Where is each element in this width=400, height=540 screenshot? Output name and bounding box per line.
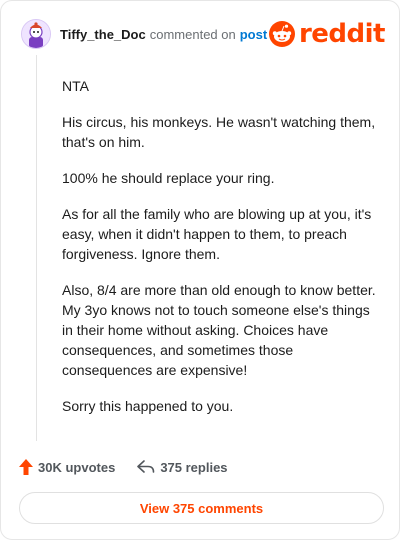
comment-paragraph: As for all the family who are blowing up… xyxy=(62,206,372,262)
comment-paragraph: Sorry this happened to you. xyxy=(62,398,234,414)
user-avatar[interactable] xyxy=(21,19,51,49)
upvote-count: 30K upvotes xyxy=(38,459,116,475)
comment-body: NTA His circus, his monkeys. He wasn't w… xyxy=(62,76,382,432)
thread-line xyxy=(36,55,37,441)
comment-meta: Tiffy_the_Doc commented on post xyxy=(60,27,267,42)
reddit-logo[interactable]: reddit xyxy=(268,19,386,49)
comment-action-text: commented on xyxy=(149,26,236,42)
view-comments-button[interactable]: View 375 comments xyxy=(19,492,384,524)
reply-arrow-icon xyxy=(137,460,155,473)
comment-paragraph: NTA xyxy=(62,78,89,94)
comment-header: Tiffy_the_Doc commented on post reddit xyxy=(21,15,386,53)
post-link[interactable]: post xyxy=(240,27,267,42)
reply-button[interactable]: 375 replies xyxy=(137,459,228,475)
reddit-wordmark: reddit xyxy=(298,19,386,49)
avatar-icon xyxy=(22,20,50,48)
comment-paragraph: Also, 8/4 are more than old enough to kn… xyxy=(62,282,376,378)
upvote-arrow-icon xyxy=(19,459,33,475)
comment-paragraph: 100% he should replace your ring. xyxy=(62,170,275,186)
username-link[interactable]: Tiffy_the_Doc xyxy=(60,27,146,42)
comment-actions: 30K upvotes 375 replies xyxy=(19,457,228,477)
comment-paragraph: His circus, his monkeys. He wasn't watch… xyxy=(62,114,376,150)
reddit-snoo-icon xyxy=(268,21,295,47)
reply-count: 375 replies xyxy=(160,459,228,475)
upvote-button[interactable]: 30K upvotes xyxy=(19,459,115,475)
comment-card: Tiffy_the_Doc commented on post reddit NTA… xyxy=(0,0,400,540)
